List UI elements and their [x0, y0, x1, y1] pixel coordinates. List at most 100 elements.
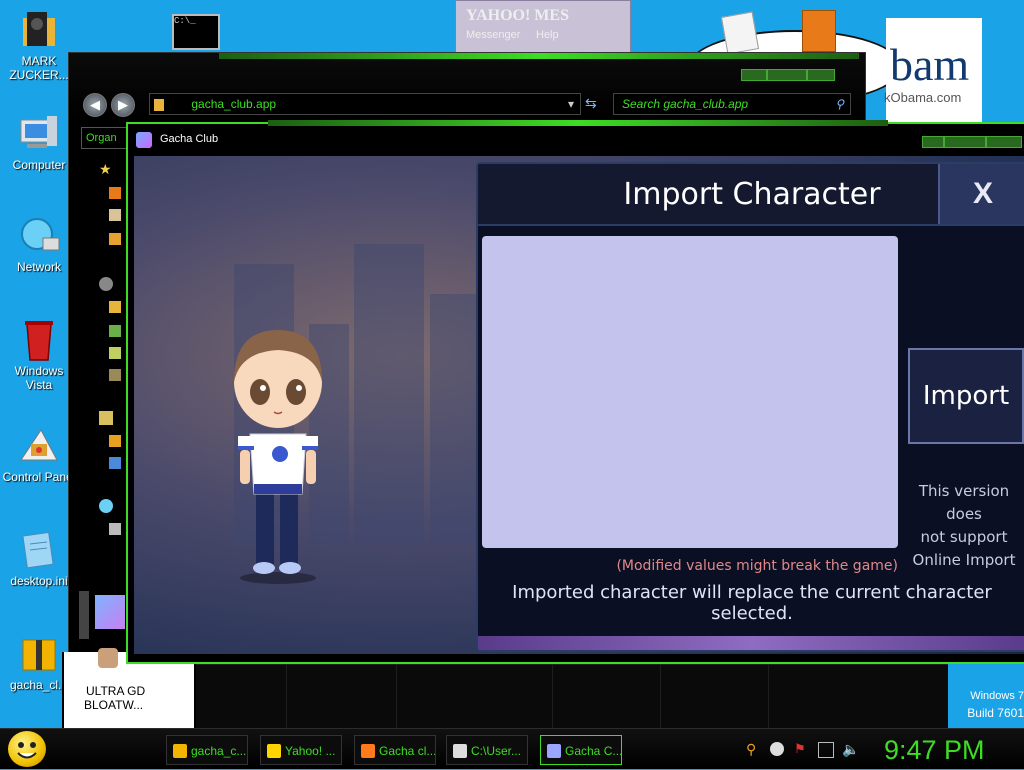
computer-small-icon[interactable]	[109, 457, 121, 469]
recycle-bin-icon	[17, 318, 61, 362]
minimize-button[interactable]	[922, 136, 944, 148]
chevron-down-icon[interactable]: ▾	[568, 94, 574, 114]
7zip-icon	[453, 743, 467, 758]
replace-notice: Imported character will replace the curr…	[512, 582, 992, 624]
close-dialog-button[interactable]: X	[938, 164, 1024, 224]
refresh-icon[interactable]: ⇆	[585, 95, 597, 112]
computer-small-icon[interactable]	[109, 435, 121, 447]
task-label: C:\User...	[471, 743, 522, 758]
forward-button[interactable]: ▶	[111, 93, 135, 117]
minimize-button[interactable]	[741, 69, 767, 81]
cmd-icon[interactable]: C:\_	[172, 14, 220, 50]
desktop-icon-label: MARK ZUCKER...	[9, 54, 69, 82]
window-title: Gacha Club	[160, 133, 219, 145]
explorer-details-thumb	[95, 595, 125, 629]
search-tray-icon[interactable]: ⚲	[746, 742, 760, 756]
search-icon[interactable]: ⚲	[835, 94, 844, 114]
gacha-club-window[interactable]: Gacha Club Import Character X Import Thi…	[126, 120, 1024, 664]
desktop-icon-computer[interactable]: Computer	[0, 112, 78, 172]
taskbar-item-gacha-club[interactable]: Gacha C...	[540, 735, 622, 765]
messenger-tray-icon[interactable]	[770, 742, 784, 756]
desktop-icon-label: Computer	[12, 158, 66, 172]
homegroup-icon[interactable]	[99, 411, 113, 425]
nav-item-icon[interactable]	[109, 369, 121, 381]
control-panel-icon	[17, 424, 61, 468]
firefox-icon	[361, 743, 375, 758]
address-bar[interactable]: gacha_club.app ▾	[149, 93, 581, 115]
yahoo-smiley-icon	[267, 743, 281, 758]
nav-item-icon[interactable]	[109, 301, 121, 313]
yahoo-logo: YAHOO! MES	[466, 7, 569, 24]
warning-text: (Modified values might break the game)	[616, 558, 898, 574]
close-button[interactable]	[807, 69, 835, 81]
wallpaper-obama: kObama.com	[884, 90, 962, 105]
taskbar: gacha_c... Yahoo! ... Gacha cl... C:\Use…	[0, 728, 1024, 769]
smiley-start-icon	[17, 742, 37, 759]
folder-icon	[173, 743, 187, 758]
maximize-button[interactable]	[767, 69, 807, 81]
wallpaper-my: MY	[864, 76, 882, 90]
ultra-label-1: ULTRA GD	[86, 684, 146, 698]
gacha-app-icon	[547, 743, 561, 758]
gacha-titlebar[interactable]: Gacha Club	[128, 124, 1024, 154]
nav-item-icon[interactable]	[109, 187, 121, 199]
volume-icon[interactable]: 🔈	[842, 742, 859, 756]
taskbar-item-firefox[interactable]: Gacha cl...	[354, 735, 436, 765]
game-stage[interactable]: Import Character X Import This version d…	[134, 156, 1024, 654]
ini-file-icon	[17, 528, 61, 572]
character-preview	[218, 316, 338, 586]
dialog-footer-bar	[478, 636, 1024, 650]
clock[interactable]: 9:47 PM	[884, 733, 985, 767]
flag-tray-icon[interactable]: ⚑	[794, 742, 808, 756]
folder-icon	[17, 8, 61, 52]
notice-line-3: Online Import	[912, 551, 1016, 569]
nav-item-icon[interactable]	[109, 209, 121, 221]
desktop-icon-folder[interactable]: MARK ZUCKER...	[0, 8, 78, 82]
task-label: Yahoo! ...	[285, 743, 336, 758]
yahoo-menu-help[interactable]: Help	[536, 29, 559, 41]
network-tray-icon[interactable]	[818, 742, 834, 758]
back-button[interactable]: ◀	[83, 93, 107, 117]
import-button[interactable]: Import	[908, 348, 1024, 444]
notice-line-1: This version does	[918, 482, 1010, 523]
desktop-icon-label: desktop.ini	[10, 574, 68, 588]
taskbar-item-yahoo[interactable]: Yahoo! ...	[260, 735, 342, 765]
nav-item-icon[interactable]	[109, 523, 121, 535]
wallpaper-bam: bam	[890, 39, 970, 90]
favorites-icon[interactable]: ★	[99, 161, 112, 178]
yahoo-menu-messenger[interactable]: Messenger	[466, 29, 520, 41]
nav-item-icon[interactable]	[109, 325, 121, 337]
nav-item-icon[interactable]	[109, 233, 121, 245]
background-window-strip	[196, 664, 948, 729]
nav-item-icon[interactable]	[109, 347, 121, 359]
libraries-icon[interactable]	[99, 277, 113, 291]
search-placeholder: Search gacha_club.app	[622, 97, 749, 111]
task-label: gacha_c...	[191, 743, 247, 758]
character-code-input[interactable]	[482, 236, 898, 548]
import-character-dialog: Import Character X Import This version d…	[476, 162, 1024, 652]
address-text: gacha_club.app	[191, 97, 277, 111]
watermark-line-1: Windows 7	[970, 690, 1024, 702]
explorer-accent-bar	[219, 53, 859, 59]
zip-folder-icon	[17, 632, 61, 676]
task-label: Gacha C...	[565, 743, 622, 758]
maximize-button[interactable]	[944, 136, 986, 148]
yahoo-messenger-window[interactable]: YAHOO! MES Messenger Help	[455, 0, 631, 54]
online-import-notice: This version does not support Online Imp…	[902, 480, 1024, 572]
desktop-icon-network[interactable]: Network	[0, 214, 78, 274]
folder-small-icon	[154, 98, 164, 111]
explorer-scrollbar[interactable]	[79, 591, 89, 639]
close-button[interactable]	[986, 136, 1022, 148]
taskbar-item-gacha-folder[interactable]: gacha_c...	[166, 735, 248, 765]
desktop-icon-ini[interactable]: desktop.ini	[0, 528, 78, 588]
computer-icon	[17, 112, 61, 156]
organize-button[interactable]: Organ	[81, 127, 131, 149]
taskbar-item-7zip[interactable]: C:\User...	[446, 735, 528, 765]
notepad-icon	[720, 11, 760, 55]
network-small-icon[interactable]	[99, 499, 113, 513]
desktop-icon-recycle-bin[interactable]: Windows Vista	[0, 318, 78, 392]
network-icon	[17, 214, 61, 258]
search-input[interactable]: Search gacha_club.app ⚲	[613, 93, 851, 115]
start-button[interactable]	[8, 731, 46, 767]
desktop-icon-control-panel[interactable]: Control Panel	[0, 424, 78, 484]
